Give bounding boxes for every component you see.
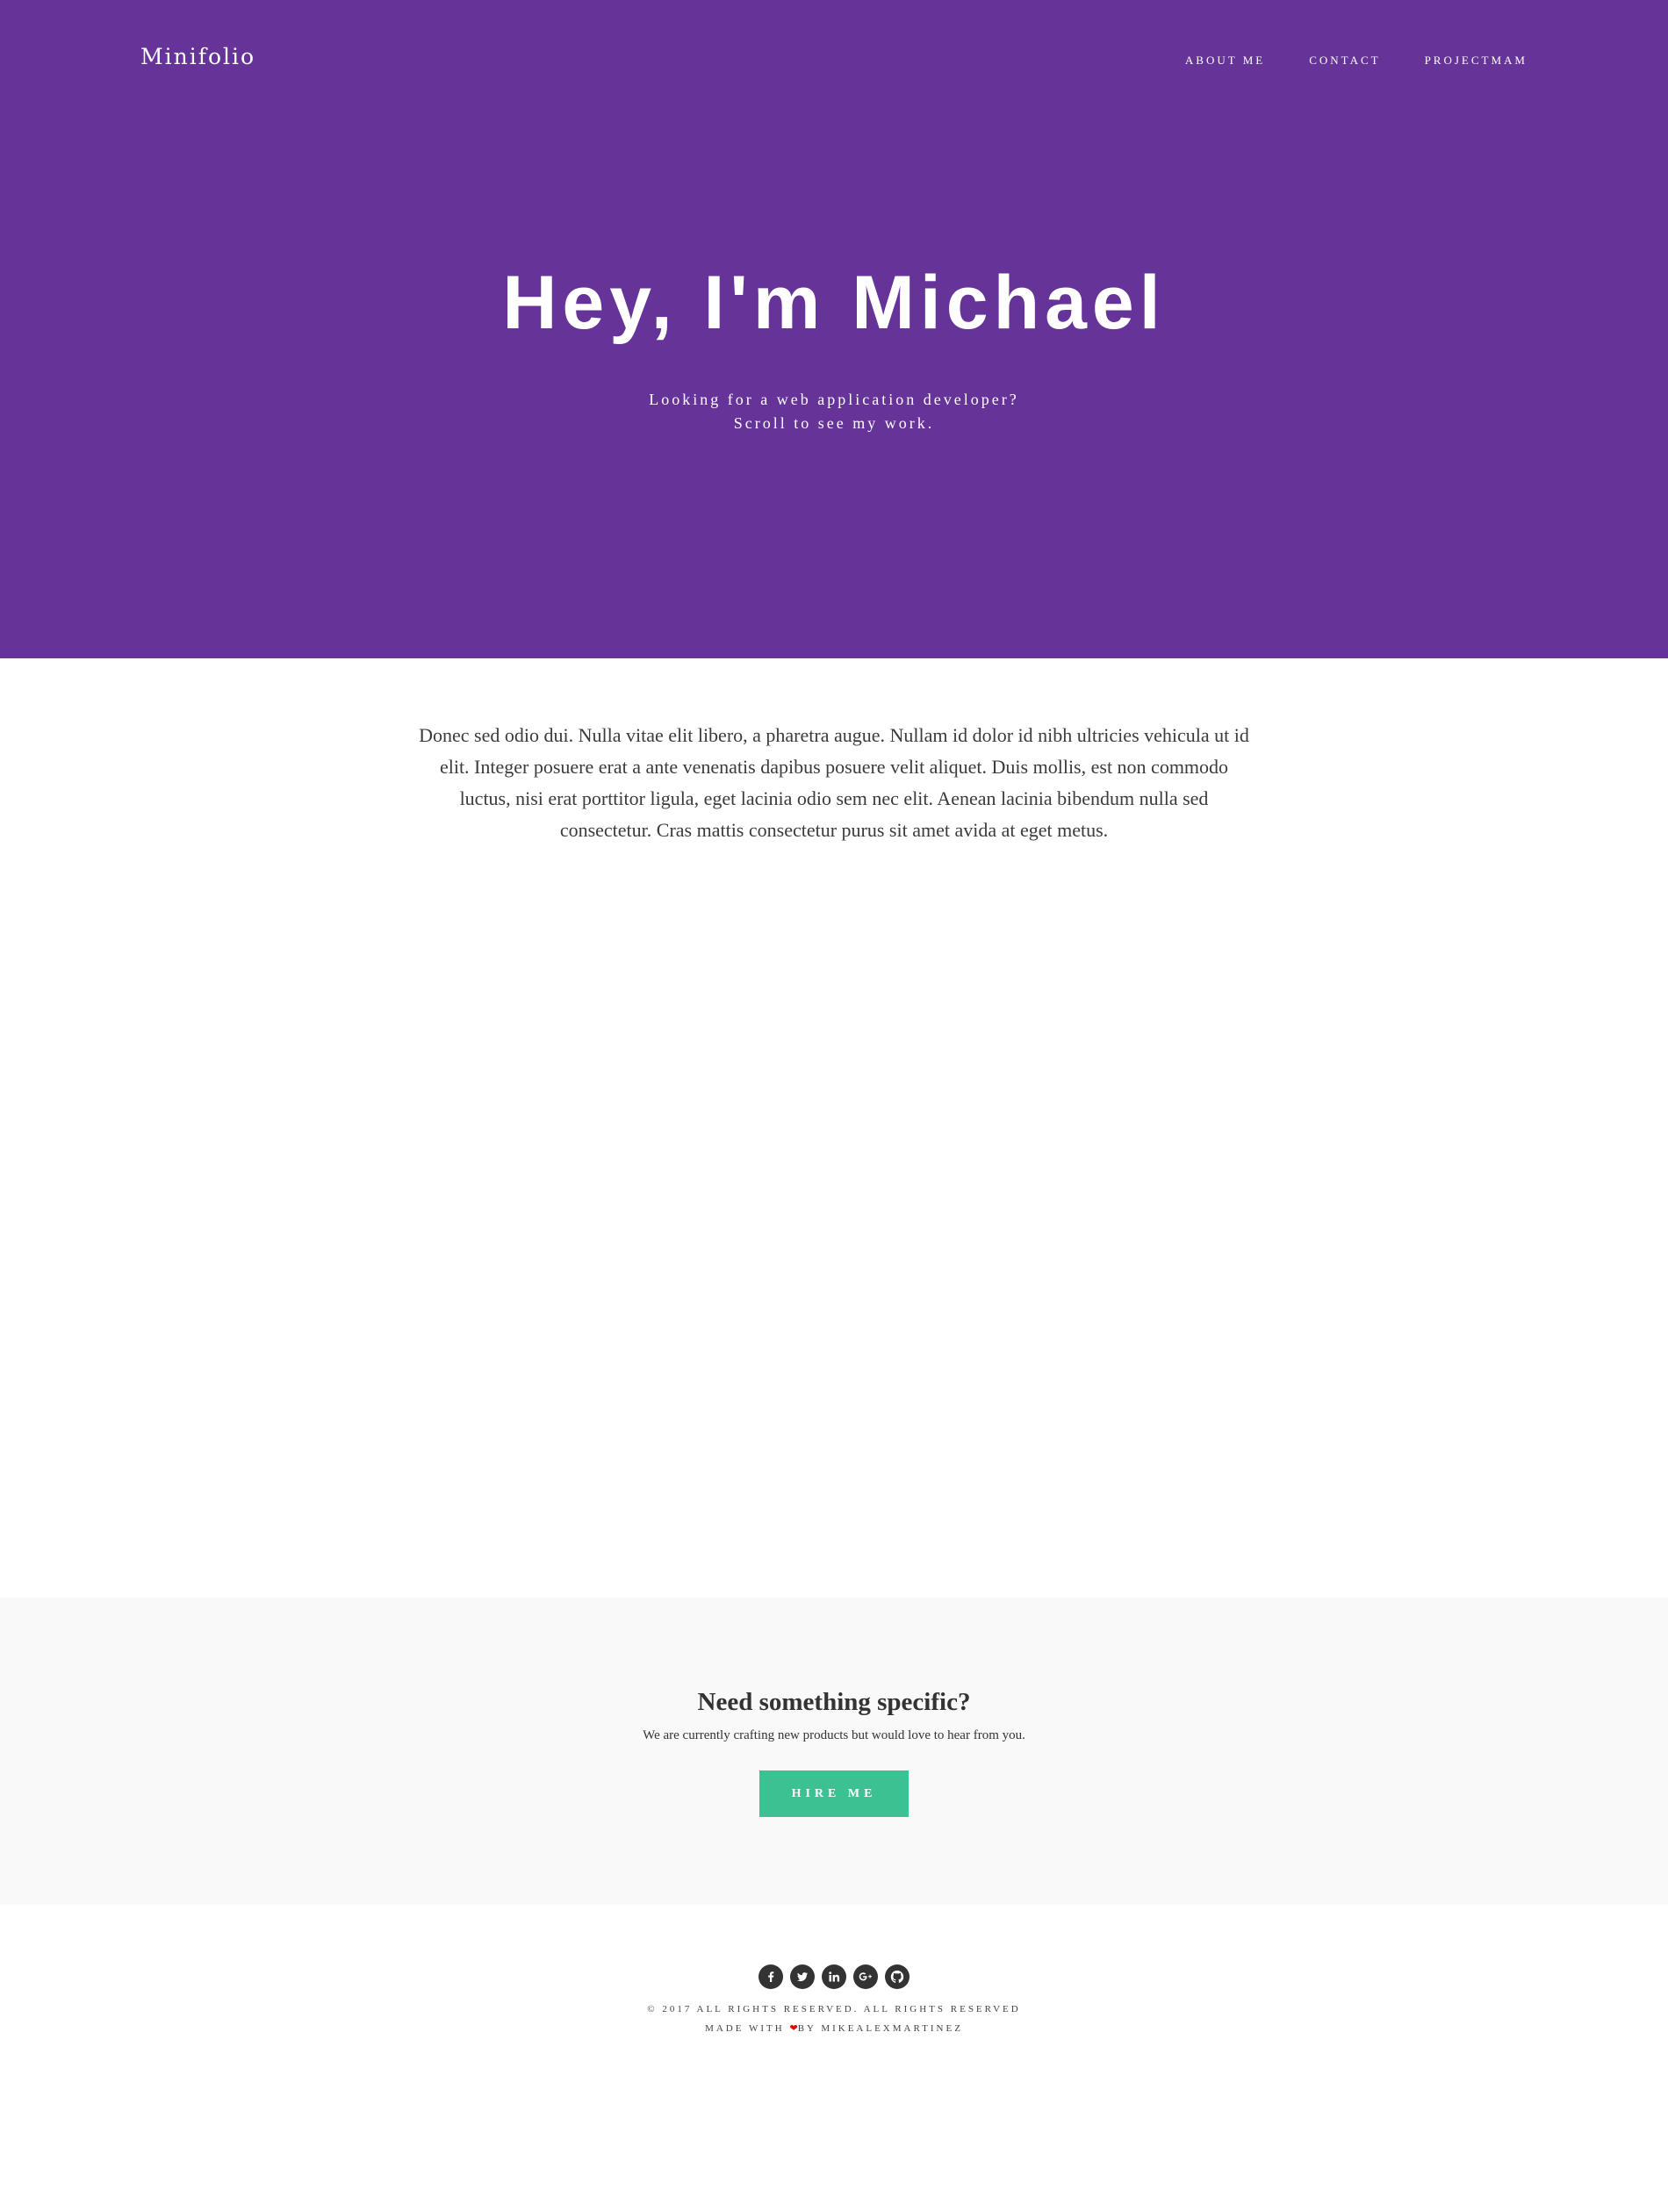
hero-subtitle-line-1: Looking for a web application developer? [649,391,1019,408]
heart-icon: ❤ [789,2023,798,2034]
made-by-text: BY [797,2023,816,2034]
facebook-icon[interactable] [759,1964,783,1989]
author-link[interactable]: MIKEALEXMARTINEZ [821,2023,963,2034]
google-plus-icon[interactable] [853,1964,878,1989]
hero-title: Hey, I'm Michael [502,261,1166,345]
footer: © 2017 ALL RIGHTS RESERVED. ALL RIGHTS R… [0,1905,1668,2212]
nav-link-contact[interactable]: CONTACT [1309,54,1380,68]
copyright: © 2017 ALL RIGHTS RESERVED. ALL RIGHTS R… [0,2000,1668,2038]
brand-logo[interactable]: Minifolio [140,44,255,69]
nav-links: ABOUT ME CONTACT PROJECTMAM [1185,54,1528,68]
hero-subtitle: Looking for a web application developer?… [0,388,1668,435]
twitter-icon[interactable] [790,1964,815,1989]
cta-text: We are currently crafting new products b… [643,1728,1025,1742]
linkedin-icon[interactable] [822,1964,846,1989]
hire-me-button[interactable]: HIRE ME [759,1770,909,1817]
navbar: Minifolio ABOUT ME CONTACT PROJECTMAM [0,0,1668,123]
intro-paragraph: Donec sed odio dui. Nulla vitae elit lib… [419,724,1249,841]
cta-title: Need something specific? [697,1688,971,1716]
hero-subtitle-line-2: Scroll to see my work. [733,414,935,432]
social-links [0,1964,1668,1989]
hero-section: Minifolio ABOUT ME CONTACT PROJECTMAM He… [0,0,1668,658]
nav-link-about-me[interactable]: ABOUT ME [1185,54,1265,68]
cta-section: Need something specific? We are currentl… [0,1598,1668,1905]
copyright-text: © 2017 ALL RIGHTS RESERVED. ALL RIGHTS R… [647,2004,1021,2014]
made-with-text: MADE WITH [705,2023,785,2034]
github-icon[interactable] [885,1964,909,1989]
nav-link-projectmam[interactable]: PROJECTMAM [1425,54,1528,68]
made-with-line: MADE WITH ❤BY MIKEALEXMARTINEZ [0,2019,1668,2038]
